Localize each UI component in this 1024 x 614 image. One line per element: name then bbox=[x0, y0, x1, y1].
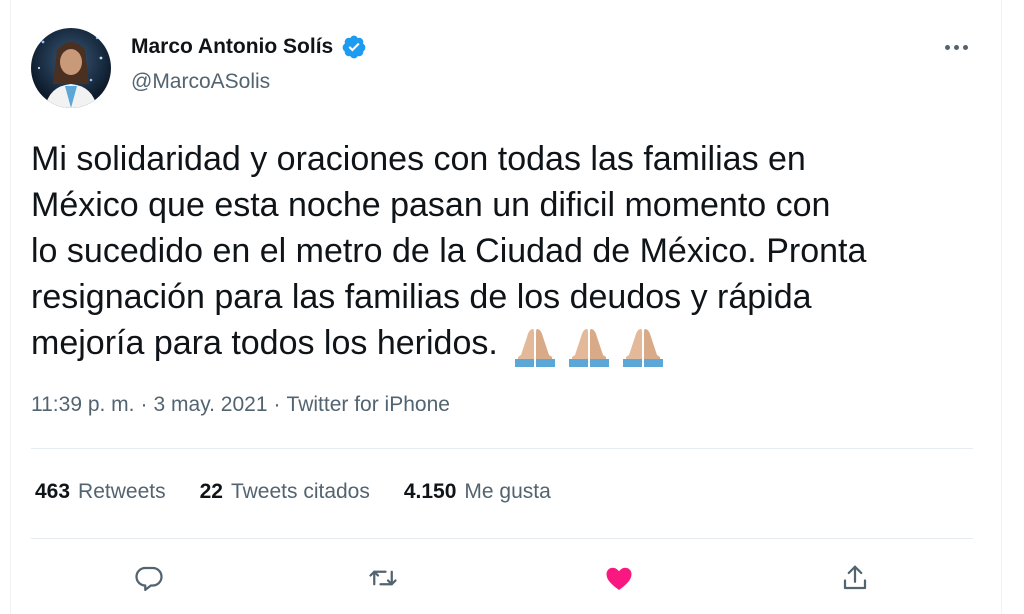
author-name-row: Marco Antonio Solís bbox=[131, 34, 367, 60]
heart-icon bbox=[606, 567, 632, 590]
tweet-last-line: mejoría para todos los heridos. bbox=[31, 320, 981, 368]
tweet-line: resignación para las familias de los deu… bbox=[31, 278, 812, 316]
action-bar bbox=[11, 556, 1003, 600]
retweets-stat[interactable]: 463 Retweets bbox=[35, 480, 166, 504]
folded-hands-emoji-icon bbox=[512, 323, 558, 368]
author-name[interactable]: Marco Antonio Solís bbox=[131, 35, 333, 59]
author-handle[interactable]: @MarcoASolis bbox=[131, 70, 270, 94]
retweet-icon bbox=[369, 570, 397, 586]
tweet-meta: 11:39 p. m. · 3 may. 2021 · Twitter for … bbox=[31, 393, 450, 417]
emoji-group bbox=[512, 323, 666, 368]
quote-tweets-stat[interactable]: 22 Tweets citados bbox=[200, 480, 370, 504]
folded-hands-emoji-icon bbox=[620, 323, 666, 368]
reply-button[interactable] bbox=[127, 556, 171, 600]
more-options-icon[interactable] bbox=[945, 40, 971, 54]
verified-badge-icon bbox=[341, 34, 367, 60]
quote-tweets-count: 22 bbox=[199, 480, 223, 503]
tweet-time[interactable]: 11:39 p. m. bbox=[31, 393, 135, 417]
tweet-line: México que esta noche pasan un dificil m… bbox=[31, 186, 831, 224]
meta-separator: · bbox=[273, 393, 281, 416]
engagement-stats: 463 Retweets 22 Tweets citados 4.150 Me … bbox=[35, 480, 551, 504]
meta-separator: · bbox=[140, 393, 148, 416]
folded-hands-emoji-icon bbox=[566, 323, 612, 368]
divider bbox=[31, 448, 973, 449]
tweet-line: mejoría para todos los heridos. bbox=[31, 324, 498, 362]
avatar[interactable] bbox=[31, 28, 111, 108]
retweet-button[interactable] bbox=[361, 556, 405, 600]
reply-icon bbox=[135, 566, 163, 591]
tweet-line: Mi solidaridad y oraciones con todas las… bbox=[31, 140, 806, 178]
share-button[interactable] bbox=[833, 556, 877, 600]
likes-label: Me gusta bbox=[464, 480, 551, 503]
tweet-text: Mi solidaridad y oraciones con todas las… bbox=[31, 136, 981, 368]
share-icon bbox=[843, 565, 867, 590]
like-button[interactable] bbox=[597, 556, 641, 600]
tweet-source-link[interactable]: Twitter for iPhone bbox=[287, 393, 450, 417]
likes-count: 4.150 bbox=[403, 480, 457, 503]
likes-stat[interactable]: 4.150 Me gusta bbox=[404, 480, 551, 504]
tweet-line: lo sucedido en el metro de la Ciudad de … bbox=[31, 232, 867, 270]
tweet-card: Marco Antonio Solís @MarcoASolis Mi soli… bbox=[10, 0, 1002, 614]
tweet-date[interactable]: 3 may. 2021 bbox=[154, 393, 268, 417]
retweets-count: 463 bbox=[35, 480, 71, 503]
retweets-label: Retweets bbox=[78, 480, 166, 503]
divider bbox=[31, 538, 973, 539]
quote-tweets-label: Tweets citados bbox=[230, 480, 370, 503]
